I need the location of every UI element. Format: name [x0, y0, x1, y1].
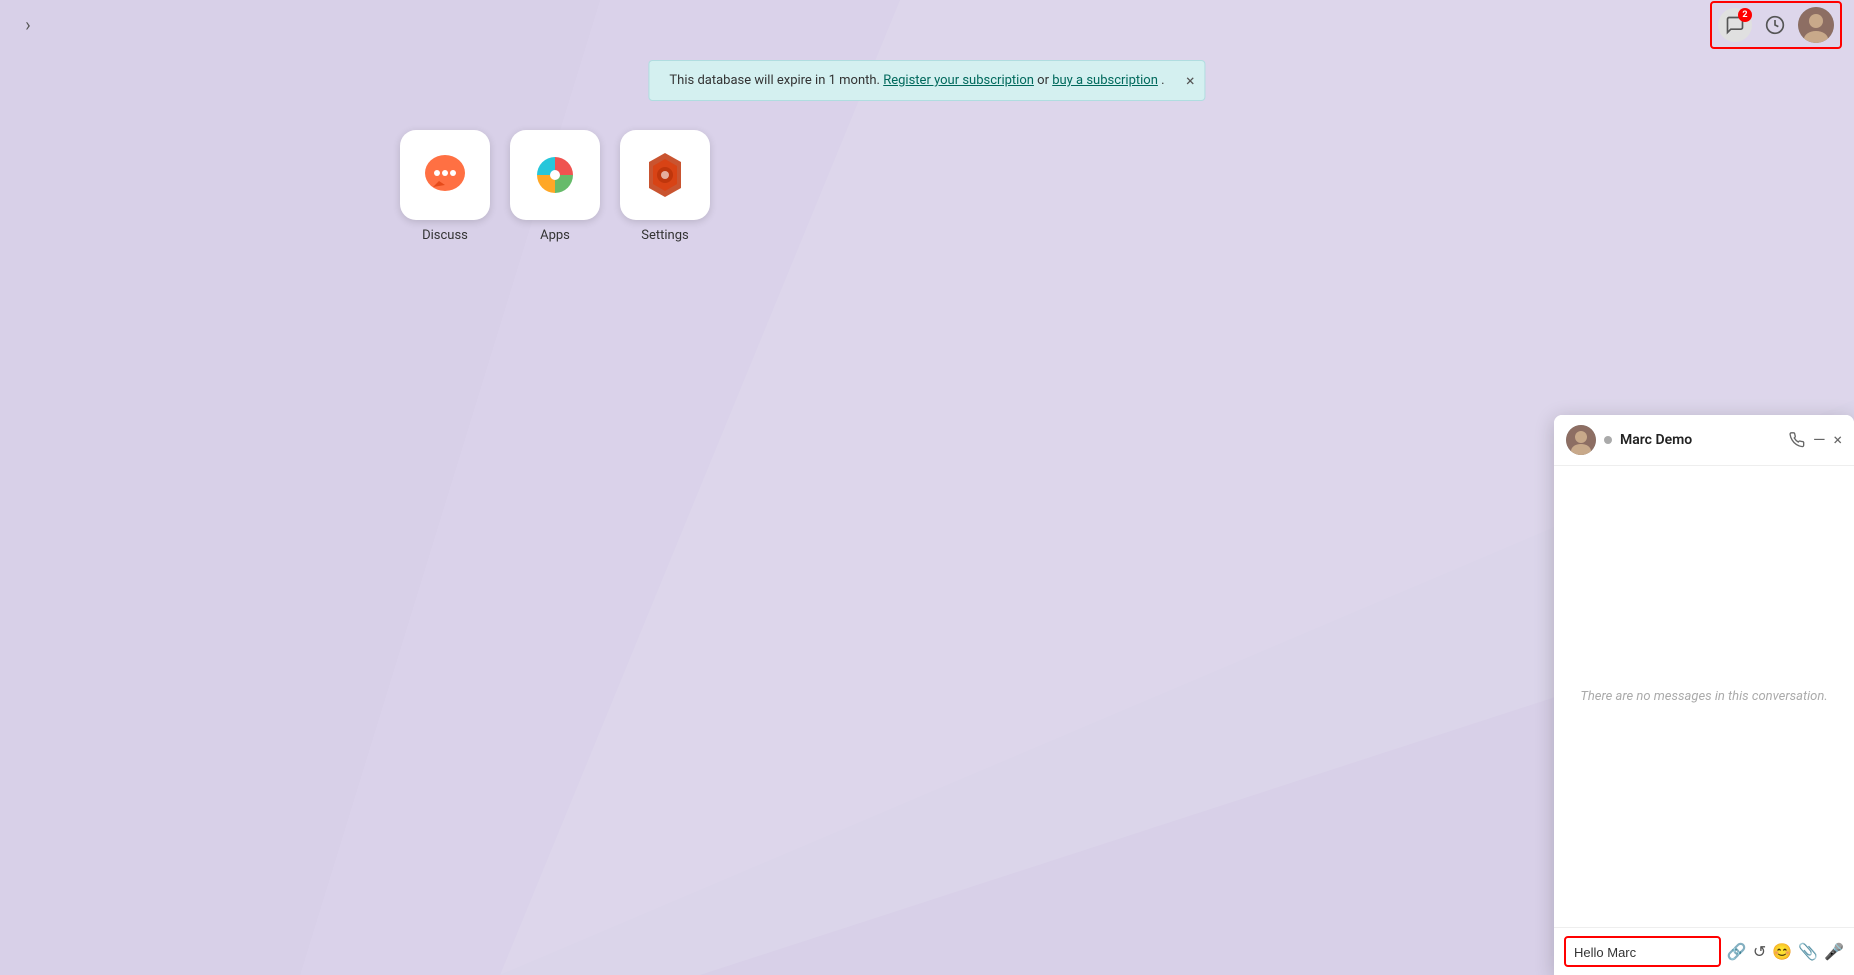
settings-app-item[interactable]: Settings: [620, 130, 710, 243]
chat-header: Marc Demo — ×: [1554, 415, 1854, 466]
clock-icon: [1765, 15, 1785, 35]
topbar-left: ›: [12, 9, 44, 41]
chat-minimize-button[interactable]: —: [1813, 432, 1826, 448]
chat-close-button[interactable]: ×: [1833, 432, 1842, 448]
banner-text-between: or: [1037, 73, 1052, 88]
settings-app-label: Settings: [641, 228, 688, 243]
apps-app-label: Apps: [540, 228, 570, 243]
topbar: › 2: [0, 0, 1854, 50]
discuss-app-item[interactable]: Discuss: [400, 130, 490, 243]
chat-status-indicator: [1604, 436, 1612, 444]
apps-app-item[interactable]: Apps: [510, 130, 600, 243]
discuss-app-icon: [400, 130, 490, 220]
messages-button[interactable]: 2: [1718, 8, 1752, 42]
message-badge: 2: [1738, 8, 1752, 22]
apps-grid: Discuss Apps: [400, 130, 710, 243]
banner-text-before: This database will expire in 1 month.: [669, 73, 880, 88]
banner-text-after: .: [1161, 73, 1164, 88]
settings-clock-button[interactable]: [1758, 8, 1792, 42]
topbar-right: 2: [1710, 1, 1842, 49]
register-subscription-link[interactable]: Register your subscription: [883, 73, 1034, 88]
avatar-icon: [1798, 7, 1834, 43]
discuss-app-label: Discuss: [422, 228, 468, 243]
chat-controls: — ×: [1789, 432, 1842, 448]
mic-icon[interactable]: 🎤: [1824, 942, 1844, 961]
chat-call-button[interactable]: [1789, 432, 1805, 448]
settings-app-icon: [620, 130, 710, 220]
chat-body: There are no messages in this conversati…: [1554, 466, 1854, 927]
buy-subscription-link[interactable]: buy a subscription: [1052, 73, 1158, 88]
chat-footer-icons: 🔗 ↺ 😊 📎 🎤: [1727, 942, 1844, 961]
sidebar-toggle-button[interactable]: ›: [12, 9, 44, 41]
banner-close-button[interactable]: ×: [1186, 73, 1195, 89]
chat-contact-name: Marc Demo: [1620, 432, 1781, 448]
send-link-icon[interactable]: 🔗: [1727, 942, 1747, 961]
notification-banner: This database will expire in 1 month. Re…: [648, 60, 1205, 101]
refresh-icon[interactable]: ↺: [1753, 942, 1766, 961]
apps-app-icon: [510, 130, 600, 220]
chat-contact-avatar: [1566, 425, 1596, 455]
chat-window: Marc Demo — × There are no messages in t…: [1554, 415, 1854, 975]
user-avatar-button[interactable]: [1798, 7, 1834, 43]
attachment-icon[interactable]: 📎: [1798, 942, 1818, 961]
chat-footer: 🔗 ↺ 😊 📎 🎤: [1554, 927, 1854, 975]
emoji-icon[interactable]: 😊: [1772, 942, 1792, 961]
chat-message-input[interactable]: [1574, 945, 1711, 960]
chat-input-wrapper: [1564, 936, 1721, 967]
no-messages-text: There are no messages in this conversati…: [1580, 689, 1827, 704]
